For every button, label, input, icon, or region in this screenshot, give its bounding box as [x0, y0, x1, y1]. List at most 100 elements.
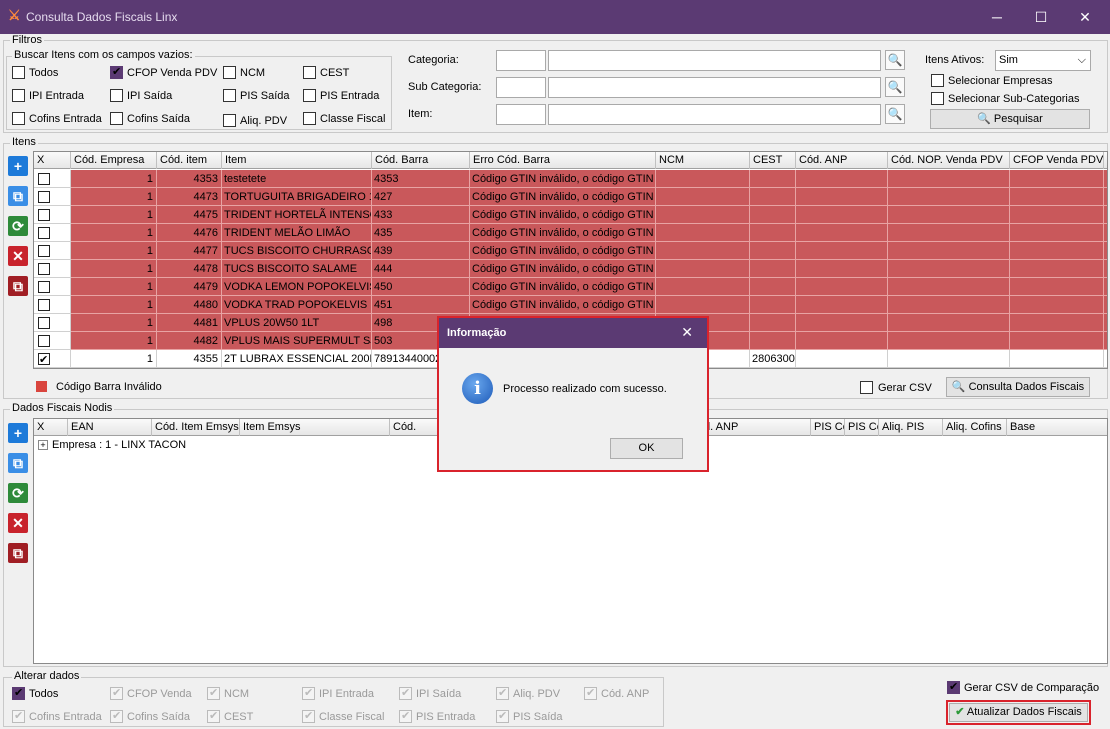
alterar-checkbox-label: Todos [29, 688, 59, 700]
table-row[interactable]: 1 4476 TRIDENT MELÃO LIMÃO 435 Código GTIN i… [34, 224, 1107, 242]
pesquisar-button[interactable]: 🔍 Pesquisar [930, 109, 1090, 129]
column-header[interactable]: Cód. Empresa [71, 152, 157, 169]
filtro-checkbox[interactable] [110, 65, 123, 79]
row-checkbox[interactable] [38, 317, 50, 329]
expand-icon[interactable]: + [38, 440, 48, 450]
column-header[interactable]: Cód. Item Emsys [152, 419, 240, 436]
row-checkbox[interactable] [38, 351, 50, 367]
delete-icon[interactable]: ✕ [8, 246, 28, 266]
column-header[interactable]: PIS Cc [811, 419, 845, 436]
itens-ativos-select[interactable]: Sim ⌵ [995, 50, 1091, 71]
add-multiple-icon[interactable]: ⧉ [8, 453, 28, 473]
ok-button[interactable]: OK [610, 438, 683, 459]
column-header[interactable]: Item [222, 152, 372, 169]
item-code-input[interactable] [496, 104, 546, 125]
gerar-csv-checkbox[interactable] [860, 381, 873, 394]
alterar-checkbox[interactable] [207, 686, 220, 700]
categoria-code-input[interactable] [496, 50, 546, 71]
alterar-checkbox[interactable] [207, 709, 220, 723]
column-header[interactable]: NCM [656, 152, 750, 169]
row-checkbox[interactable] [38, 335, 50, 347]
maximize-button[interactable]: ☐ [1018, 0, 1064, 34]
table-cell: VODKA TRAD POPOKELVIS [222, 296, 372, 314]
column-header[interactable]: Cód. ANP [796, 152, 888, 169]
column-header[interactable]: X [34, 152, 71, 169]
refresh-icon[interactable]: ⟳ [8, 216, 28, 236]
alterar-checkbox[interactable] [12, 709, 25, 723]
delete-multiple-icon[interactable]: ⧉ [8, 543, 28, 563]
alterar-checkbox[interactable] [110, 686, 123, 700]
item-search-icon[interactable]: 🔍 [885, 104, 905, 124]
alterar-checkbox[interactable] [302, 709, 315, 723]
selecionar-subcategorias-checkbox[interactable] [931, 92, 944, 105]
subcategoria-name-input[interactable] [548, 77, 881, 98]
column-header[interactable]: X [34, 419, 68, 436]
column-header[interactable]: Cód. NOP. Venda PDV [888, 152, 1010, 169]
column-header[interactable]: Aliq. Cofins [943, 419, 1007, 436]
delete-icon[interactable]: ✕ [8, 513, 28, 533]
row-checkbox[interactable] [38, 209, 50, 221]
add-item-icon[interactable]: + [8, 156, 28, 176]
atualizar-dados-fiscais-button[interactable]: ✔ Atualizar Dados Fiscais [949, 703, 1088, 722]
column-header[interactable]: C [1104, 152, 1107, 169]
row-checkbox[interactable] [38, 173, 50, 185]
alterar-checkbox[interactable] [584, 686, 597, 700]
add-multiple-icon[interactable]: ⧉ [8, 186, 28, 206]
column-header[interactable]: Cód. item [157, 152, 222, 169]
gerar-csv-comparacao-checkbox[interactable] [947, 680, 960, 694]
filtro-checkbox[interactable] [223, 66, 236, 79]
alterar-checkbox[interactable] [496, 709, 509, 723]
refresh-icon[interactable]: ⟳ [8, 483, 28, 503]
dialog-close-button[interactable]: ✕ [681, 324, 693, 341]
alterar-checkbox[interactable] [302, 686, 315, 700]
alterar-checkbox[interactable] [496, 686, 509, 700]
filtro-checkbox[interactable] [12, 112, 25, 125]
table-row[interactable]: 1 4480 VODKA TRAD POPOKELVIS 451 Código GTIN… [34, 296, 1107, 314]
table-row[interactable]: 1 4353 testetete 4353 Código GTIN inválido, … [34, 170, 1107, 188]
alterar-checkbox[interactable] [12, 686, 25, 700]
column-header[interactable]: Erro Cód. Barra [470, 152, 656, 169]
alterar-checkbox[interactable] [110, 709, 123, 723]
filtro-checkbox[interactable] [223, 89, 236, 102]
row-checkbox[interactable] [38, 263, 50, 275]
column-header[interactable]: Base [1007, 419, 1107, 436]
table-row[interactable]: 1 4477 TUCS BISCOITO CHURRASCO 439 Código GT… [34, 242, 1107, 260]
table-row[interactable]: 1 4475 TRIDENT HORTELÃ INTENSO 433 Código GT… [34, 206, 1107, 224]
column-header[interactable]: Cód. Barra [372, 152, 470, 169]
table-row[interactable]: 1 4473 TORTUGUITA BRIGADEIRO 19 427 Código G… [34, 188, 1107, 206]
row-checkbox[interactable] [38, 245, 50, 257]
column-header[interactable]: Aliq. PIS [879, 419, 943, 436]
filtro-checkbox[interactable] [303, 89, 316, 102]
item-name-input[interactable] [548, 104, 881, 125]
delete-multiple-icon[interactable]: ⧉ [8, 276, 28, 296]
row-checkbox[interactable] [38, 281, 50, 293]
subcategoria-code-input[interactable] [496, 77, 546, 98]
filtro-checkbox[interactable] [223, 114, 236, 127]
row-checkbox[interactable] [38, 191, 50, 203]
column-header[interactable]: CEST [750, 152, 796, 169]
close-button[interactable]: ✕ [1062, 0, 1108, 34]
column-header[interactable]: EAN [68, 419, 152, 436]
row-checkbox[interactable] [38, 227, 50, 239]
categoria-name-input[interactable] [548, 50, 881, 71]
table-row[interactable]: 14479VODKA LEMON POPOKELVIS 1L450Código … [34, 278, 1107, 296]
consulta-dados-fiscais-button[interactable]: 🔍 Consulta Dados Fiscais [946, 377, 1090, 397]
alterar-checkbox[interactable] [399, 686, 412, 700]
column-header[interactable]: CFOP Venda PDV [1010, 152, 1104, 169]
filtro-checkbox[interactable] [303, 66, 316, 79]
categoria-search-icon[interactable]: 🔍 [885, 50, 905, 70]
column-header[interactable]: Item Emsys [240, 419, 390, 436]
minimize-button[interactable]: ─ [974, 0, 1020, 34]
filtro-checkbox[interactable] [110, 112, 123, 125]
filtro-checkbox[interactable] [110, 89, 123, 102]
filtro-checkbox[interactable] [303, 112, 316, 125]
table-row[interactable]: 1 4478 TUCS BISCOITO SALAME 444 Código GTIN … [34, 260, 1107, 278]
filtro-checkbox[interactable] [12, 89, 25, 102]
add-item-icon[interactable]: + [8, 423, 28, 443]
subcategoria-search-icon[interactable]: 🔍 [885, 77, 905, 97]
selecionar-empresas-checkbox[interactable] [931, 74, 944, 87]
column-header[interactable]: PIS Cc [845, 419, 879, 436]
row-checkbox[interactable] [38, 299, 50, 311]
filtro-checkbox[interactable] [12, 66, 25, 79]
alterar-checkbox[interactable] [399, 709, 412, 723]
